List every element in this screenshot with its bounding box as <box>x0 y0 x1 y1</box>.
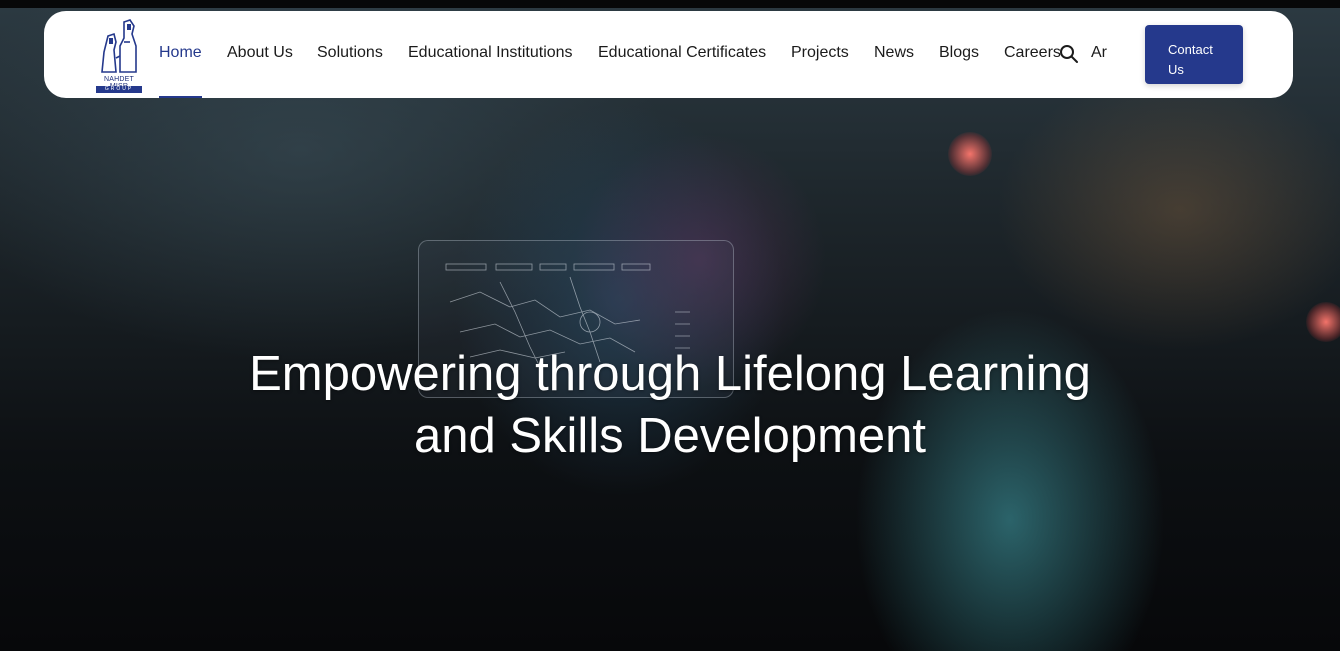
contact-us-button[interactable]: Contact Us <box>1145 25 1243 84</box>
logo-subtext: GROUP <box>96 86 142 93</box>
hero-top-strip <box>0 0 1340 8</box>
company-logo[interactable]: NAHDET MISR GROUP <box>94 16 144 93</box>
language-switch[interactable]: Ar <box>1091 44 1107 62</box>
nav-item-educational-certificates[interactable]: Educational Certificates <box>598 44 766 62</box>
contact-us-label: Contact Us <box>1168 41 1213 77</box>
nav-item-educational-institutions[interactable]: Educational Institutions <box>408 44 573 62</box>
nav-item-blogs[interactable]: Blogs <box>939 44 979 62</box>
nav-item-careers[interactable]: Careers <box>1004 44 1061 62</box>
site-header: NAHDET MISR GROUP Home About Us Solution… <box>44 11 1293 98</box>
nav-item-news[interactable]: News <box>874 44 914 62</box>
nav-item-projects[interactable]: Projects <box>791 44 849 62</box>
nav-item-home[interactable]: Home <box>159 44 202 62</box>
nav-item-solutions[interactable]: Solutions <box>317 44 383 62</box>
hero-title: Empowering through Lifelong Learning and… <box>249 347 1091 463</box>
background-light <box>948 132 992 176</box>
background-light <box>1306 302 1340 342</box>
statue-logo-icon <box>101 19 137 73</box>
nav-item-about-us[interactable]: About Us <box>227 44 293 62</box>
search-icon[interactable] <box>1059 44 1079 64</box>
active-nav-indicator <box>159 96 202 98</box>
